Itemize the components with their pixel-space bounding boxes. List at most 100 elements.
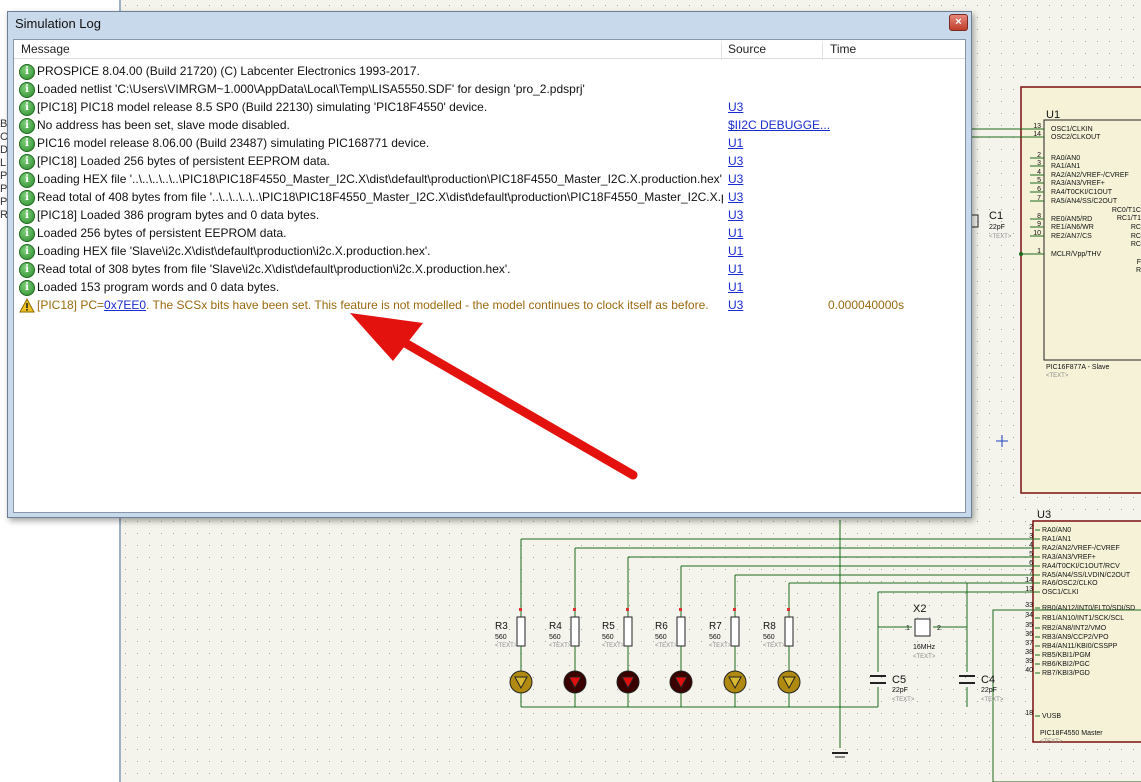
log-row[interactable]: i Loading HEX file '..\..\..\..\..\PIC18\… xyxy=(14,171,965,189)
close-icon[interactable]: × xyxy=(949,14,968,31)
log-message: Loaded 153 program words and 0 data byte… xyxy=(37,280,280,294)
resistor-text: <TEXT> xyxy=(709,643,732,649)
log-list[interactable]: Message Source Time i PROSPICE 8.04.00 (B… xyxy=(13,39,966,513)
u1-pin-number: 8 xyxy=(1037,213,1041,220)
resistor-ref: R5 xyxy=(602,621,615,632)
resistor-body xyxy=(730,616,740,647)
u3-pin-number: 18 xyxy=(1025,710,1033,717)
resistor-ref: R7 xyxy=(709,621,722,632)
resistor-ref: R8 xyxy=(763,621,776,632)
u3-pin-name: OSC1/CLKI xyxy=(1042,589,1079,596)
c1-ref: C1 xyxy=(989,210,1003,222)
log-source-link[interactable]: U3 xyxy=(728,172,743,186)
log-source-link[interactable]: U3 xyxy=(728,100,743,114)
u3-pin-name: RB0/AN12/INT0/FLT0/SDI/SD xyxy=(1042,605,1135,612)
column-header-time[interactable]: Time xyxy=(830,42,856,56)
resistor-ref: R6 xyxy=(655,621,668,632)
log-row[interactable]: i Read total of 408 bytes from file '..\.… xyxy=(14,189,965,207)
log-source-link[interactable]: U3 xyxy=(728,208,743,222)
log-row[interactable]: i Loaded netlist 'C:\Users\VIMRGM~1.000\A… xyxy=(14,81,965,99)
u3-pin-name: VUSB xyxy=(1042,713,1061,720)
u1-pin-number: 6 xyxy=(1037,186,1041,193)
resistor-text: <TEXT> xyxy=(495,643,518,649)
u3-pin-number: 39 xyxy=(1025,658,1033,665)
log-row[interactable]: i PIC16 model release 8.06.00 (Build 2348… xyxy=(14,135,965,153)
u3-pin-name: RB3/AN9/CCP2/VPO xyxy=(1042,634,1109,641)
log-message: Loaded 256 bytes of persistent EEPROM da… xyxy=(37,226,287,240)
log-message: [PIC18] PIC18 model release 8.5 SP0 (Bui… xyxy=(37,100,488,114)
log-row[interactable]: i Read total of 308 bytes from file 'Slav… xyxy=(14,261,965,279)
resistor-text: <TEXT> xyxy=(549,643,572,649)
u3-pin-name: RA3/AN3/VREF+ xyxy=(1042,554,1096,561)
log-source-link[interactable]: U3 xyxy=(728,154,743,168)
u1-pin-name-right: RC xyxy=(1131,233,1141,240)
log-source-link[interactable]: U1 xyxy=(728,244,743,258)
u3-pin-number: 40 xyxy=(1025,667,1033,674)
u1-pin-number: 10 xyxy=(1033,230,1041,237)
u3-pin-number: 33 xyxy=(1025,602,1033,609)
info-icon: i xyxy=(19,280,35,296)
c4-value: 22pF xyxy=(981,687,997,694)
u1-pin-number: 9 xyxy=(1037,221,1041,228)
log-row[interactable]: i No address has been set, slave mode dis… xyxy=(14,117,965,135)
log-row[interactable]: i [PIC18] PIC18 model release 8.5 SP0 (Bu… xyxy=(14,99,965,117)
u3-pin-name: RA4/T0CKI/C1OUT/RCV xyxy=(1042,563,1120,570)
log-row[interactable]: i [PIC18] Loaded 386 program bytes and 0 … xyxy=(14,207,965,225)
resistor-value: 560 xyxy=(763,634,775,641)
pin-dot xyxy=(787,608,790,611)
pc-address-link[interactable]: 0x7EE0 xyxy=(104,298,146,312)
resistor-value: 560 xyxy=(495,634,507,641)
log-row[interactable]: i [PIC18] Loaded 256 bytes of persistent … xyxy=(14,153,965,171)
c5-value: 22pF xyxy=(892,687,908,694)
log-source-link[interactable]: U3 xyxy=(728,298,743,312)
u1-pin-number: 7 xyxy=(1037,195,1041,202)
log-row[interactable]: i Loaded 153 program words and 0 data byt… xyxy=(14,279,965,297)
window-title: Simulation Log xyxy=(15,16,101,31)
resistor-value: 560 xyxy=(655,634,667,641)
info-icon: i xyxy=(19,136,35,152)
log-row[interactable]: [PIC18] PC=0x7EE0. The SCSx bits have be… xyxy=(14,297,965,315)
u1-pin-name-right: R xyxy=(1136,267,1141,274)
log-message: Loading HEX file 'Slave\i2c.X\dist\defau… xyxy=(37,244,431,258)
u3-pin-name: RA0/AN0 xyxy=(1042,527,1071,534)
log-source-link[interactable]: U3 xyxy=(728,190,743,204)
u3-pin-name: RB7/KBI3/PGD xyxy=(1042,670,1090,677)
column-header-message[interactable]: Message xyxy=(21,42,70,56)
crystal-body xyxy=(914,618,931,637)
u3-pin-number: 36 xyxy=(1025,631,1033,638)
log-source-link[interactable]: U1 xyxy=(728,226,743,240)
title-bar[interactable]: Simulation Log × xyxy=(8,12,971,36)
info-icon: i xyxy=(19,100,35,116)
u1-pin-name-right: RC xyxy=(1131,241,1141,248)
log-source-link[interactable]: $II2C DEBUGGE... xyxy=(728,118,830,132)
log-row[interactable]: i Loading HEX file 'Slave\i2c.X\dist\defa… xyxy=(14,243,965,261)
log-message: [PIC18] Loaded 386 program bytes and 0 d… xyxy=(37,208,320,222)
u3-pin-number: 34 xyxy=(1025,612,1033,619)
crystal-value: 16MHz xyxy=(913,644,936,651)
u1-pin-name: RA3/AN3/VREF+ xyxy=(1051,180,1105,187)
pin-dot xyxy=(626,608,629,611)
warning-icon xyxy=(19,298,35,313)
u3-pin-name: RB1/AN10/INT1/SCK/SCL xyxy=(1042,615,1124,622)
log-row[interactable]: i PROSPICE 8.04.00 (Build 21720) (C) Labc… xyxy=(14,63,965,81)
log-message: [PIC18] PC=0x7EE0. The SCSx bits have be… xyxy=(37,298,709,312)
log-source-link[interactable]: U1 xyxy=(728,280,743,294)
log-message: Loaded netlist 'C:\Users\VIMRGM~1.000\Ap… xyxy=(37,82,585,96)
resistor-body xyxy=(516,616,526,647)
log-source-link[interactable]: U1 xyxy=(728,136,743,150)
u1-pin-name: RE0/AN5/RD xyxy=(1051,216,1092,223)
log-source-link[interactable]: U1 xyxy=(728,262,743,276)
log-message: PIC16 model release 8.06.00 (Build 23487… xyxy=(37,136,430,150)
column-header-source[interactable]: Source xyxy=(728,42,766,56)
resistor-body xyxy=(623,616,633,647)
u3-pin-number: 37 xyxy=(1025,640,1033,647)
u3-pin-name: RA2/AN2/VREF-/CVREF xyxy=(1042,545,1120,552)
resistor-body xyxy=(676,616,686,647)
resistor-text: <TEXT> xyxy=(602,643,625,649)
u3-pin-name: RA5/AN4/SS/LVDIN/C2OUT xyxy=(1042,572,1131,579)
column-header-row: Message Source Time xyxy=(14,40,965,60)
simulation-log-window[interactable]: Simulation Log × Message Source Time i PR… xyxy=(7,11,972,518)
resistor-ref: R3 xyxy=(495,621,508,632)
info-icon: i xyxy=(19,244,35,260)
log-row[interactable]: i Loaded 256 bytes of persistent EEPROM d… xyxy=(14,225,965,243)
